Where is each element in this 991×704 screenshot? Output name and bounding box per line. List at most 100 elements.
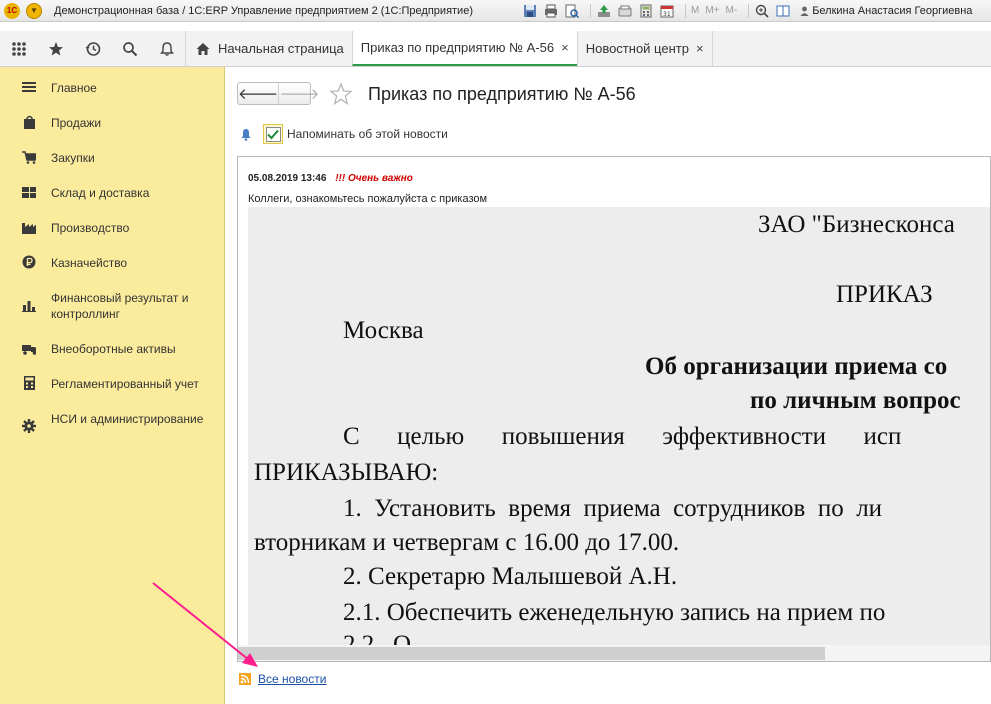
- history-navigation: 🡐 🡒: [237, 82, 319, 105]
- sidebar-item-label: Производство: [51, 221, 130, 235]
- history-icon: [85, 41, 100, 56]
- close-icon[interactable]: ×: [561, 40, 569, 55]
- sidebar-item-label: Продажи: [51, 116, 102, 130]
- sidebar-item-label: Регламентированный учет: [51, 377, 199, 391]
- main-menu-button[interactable]: ▼: [26, 2, 42, 19]
- bell-icon: [241, 128, 251, 141]
- calendar-icon[interactable]: 31: [659, 3, 675, 19]
- shopping-bag-icon: [22, 115, 36, 129]
- add-to-favorites-button[interactable]: [329, 82, 353, 106]
- tab-order-a56[interactable]: Приказ по предприятию № А-56 ×: [351, 31, 577, 66]
- importance-badge: !!! Очень важно: [335, 173, 413, 184]
- svg-text:31: 31: [663, 11, 671, 18]
- news-intro: Коллеги, ознакомьтесь пожалуйста с прика…: [248, 193, 488, 205]
- tab-home-label: Начальная страница: [218, 41, 344, 56]
- menu-lines-icon: [22, 80, 36, 94]
- sidebar-item-label: Склад и доставка: [51, 186, 150, 200]
- window-title: Демонстрационная база / 1С:ERP Управлени…: [54, 4, 473, 17]
- gear-icon: [22, 419, 36, 433]
- toolbar-divider: [590, 3, 591, 18]
- warehouse-icon: [22, 185, 36, 199]
- scan-line: 1. Установить время приема сотрудников п…: [343, 495, 883, 522]
- factory-icon: [22, 220, 36, 234]
- scan-line: ЗАО "Бизнесконса: [758, 211, 955, 238]
- sidebar-item-label: Финансовый результат и контроллинг: [51, 291, 189, 321]
- calculator-icon[interactable]: [638, 3, 654, 19]
- home-icon: [196, 42, 210, 55]
- scan-line: С целью повышения эффективности исп: [343, 423, 902, 450]
- tab-label: Новостной центр: [585, 41, 689, 56]
- upload-icon[interactable]: [596, 3, 612, 19]
- tab-strip-filler: [711, 31, 991, 66]
- notifications-button[interactable]: [148, 31, 185, 66]
- star-icon: [48, 41, 63, 55]
- order-scan-image: ЗАО "Бизнесконса ПРИКАЗ Москва Об органи…: [248, 207, 990, 645]
- tab-label: Приказ по предприятию № А-56: [360, 40, 555, 55]
- sidebar-item-label: НСИ и администрирование: [51, 412, 204, 426]
- sidebar-item-label: Главное: [51, 81, 97, 95]
- all-news-link[interactable]: Все новости: [258, 672, 326, 686]
- current-user[interactable]: Белкина Анастасия Георгиевна: [800, 5, 972, 17]
- checkmark-icon: [267, 129, 279, 139]
- memory-add-button[interactable]: M+: [705, 5, 719, 16]
- back-button[interactable]: 🡐: [238, 83, 278, 104]
- tab-news-center[interactable]: Новостной центр ×: [576, 31, 712, 66]
- arrow-right-icon: 🡒: [279, 86, 320, 103]
- scan-line: Об организации приема со: [645, 353, 948, 380]
- search-icon: [122, 41, 137, 56]
- news-meta: 05.08.2019 13:46 !!! Очень важно: [248, 173, 413, 184]
- page-title: Приказ по предприятию № А-56: [368, 84, 636, 104]
- horizontal-scrollbar[interactable]: [238, 645, 990, 661]
- news-date: 05.08.2019 13:46: [248, 173, 327, 184]
- user-icon: [800, 6, 809, 16]
- close-icon[interactable]: ×: [696, 41, 704, 56]
- memory-button[interactable]: M: [691, 5, 699, 16]
- scan-line: Москва: [343, 317, 424, 344]
- scan-line: ПРИКАЗ: [836, 281, 933, 308]
- save-icon[interactable]: [522, 3, 538, 19]
- star-outline-icon: [329, 82, 353, 105]
- rss-icon: [239, 673, 251, 685]
- scan-line: ПРИКАЗЫВАЮ:: [254, 459, 439, 486]
- scan-line: вторникам и четвергам с 16.00 до 17.00.: [254, 529, 680, 556]
- sidebar-item-label: Казначейство: [51, 256, 128, 270]
- all-functions-button[interactable]: [0, 31, 37, 66]
- title-bar: 1С ▼ Демонстрационная база / 1С:ERP Упра…: [0, 0, 991, 22]
- checkbox-box: [265, 126, 281, 142]
- sidebar-item-label: Внеоборотные активы: [51, 342, 176, 356]
- bell-icon: [159, 41, 174, 56]
- scan-line: 2.2. О: [343, 631, 412, 645]
- bar-chart-icon: [22, 298, 36, 312]
- remind-row: Напоминать об этой новости: [240, 124, 448, 144]
- panels-icon[interactable]: [775, 3, 791, 19]
- top-toolbar: Начальная страница Приказ по предприятию…: [0, 31, 991, 67]
- document-form: 🡐 🡒 Приказ по предприятию № А-56 Напомин…: [226, 67, 991, 704]
- ruble-coin-icon: [22, 255, 36, 269]
- grid-icon: [11, 41, 26, 56]
- scan-icon[interactable]: [617, 3, 633, 19]
- sidebar-item-label: Закупки: [51, 151, 95, 165]
- scan-line: 2.1. Обеспечить еженедельную запись на п…: [343, 599, 886, 626]
- user-name-label: Белкина Анастасия Георгиевна: [812, 4, 973, 17]
- toolbar-divider: [748, 3, 750, 18]
- forward-button[interactable]: 🡒: [278, 83, 319, 104]
- calculator-icon: [22, 376, 36, 390]
- search-button[interactable]: [111, 31, 148, 66]
- cart-icon: [22, 150, 36, 164]
- scrollbar-thumb[interactable]: [238, 647, 825, 660]
- app-logo-icon: 1С: [4, 2, 20, 19]
- zoom-icon[interactable]: [754, 3, 770, 19]
- truck-icon: [22, 341, 36, 355]
- scan-line: 2. Секретарю Малышевой А.Н.: [343, 563, 678, 590]
- toolbar-divider: [685, 3, 686, 18]
- print-icon[interactable]: [543, 3, 559, 19]
- remind-checkbox[interactable]: [263, 124, 283, 144]
- favorites-button[interactable]: [37, 31, 74, 66]
- print-preview-icon[interactable]: [564, 3, 580, 19]
- history-button[interactable]: [74, 31, 111, 66]
- memory-subtract-button[interactable]: M-: [726, 5, 738, 16]
- all-news-row: Все новости: [239, 672, 326, 686]
- remind-label: Напоминать об этой новости: [287, 127, 448, 141]
- news-content-frame[interactable]: 05.08.2019 13:46 !!! Очень важно Коллеги…: [237, 156, 991, 662]
- tab-home[interactable]: Начальная страница: [185, 31, 352, 66]
